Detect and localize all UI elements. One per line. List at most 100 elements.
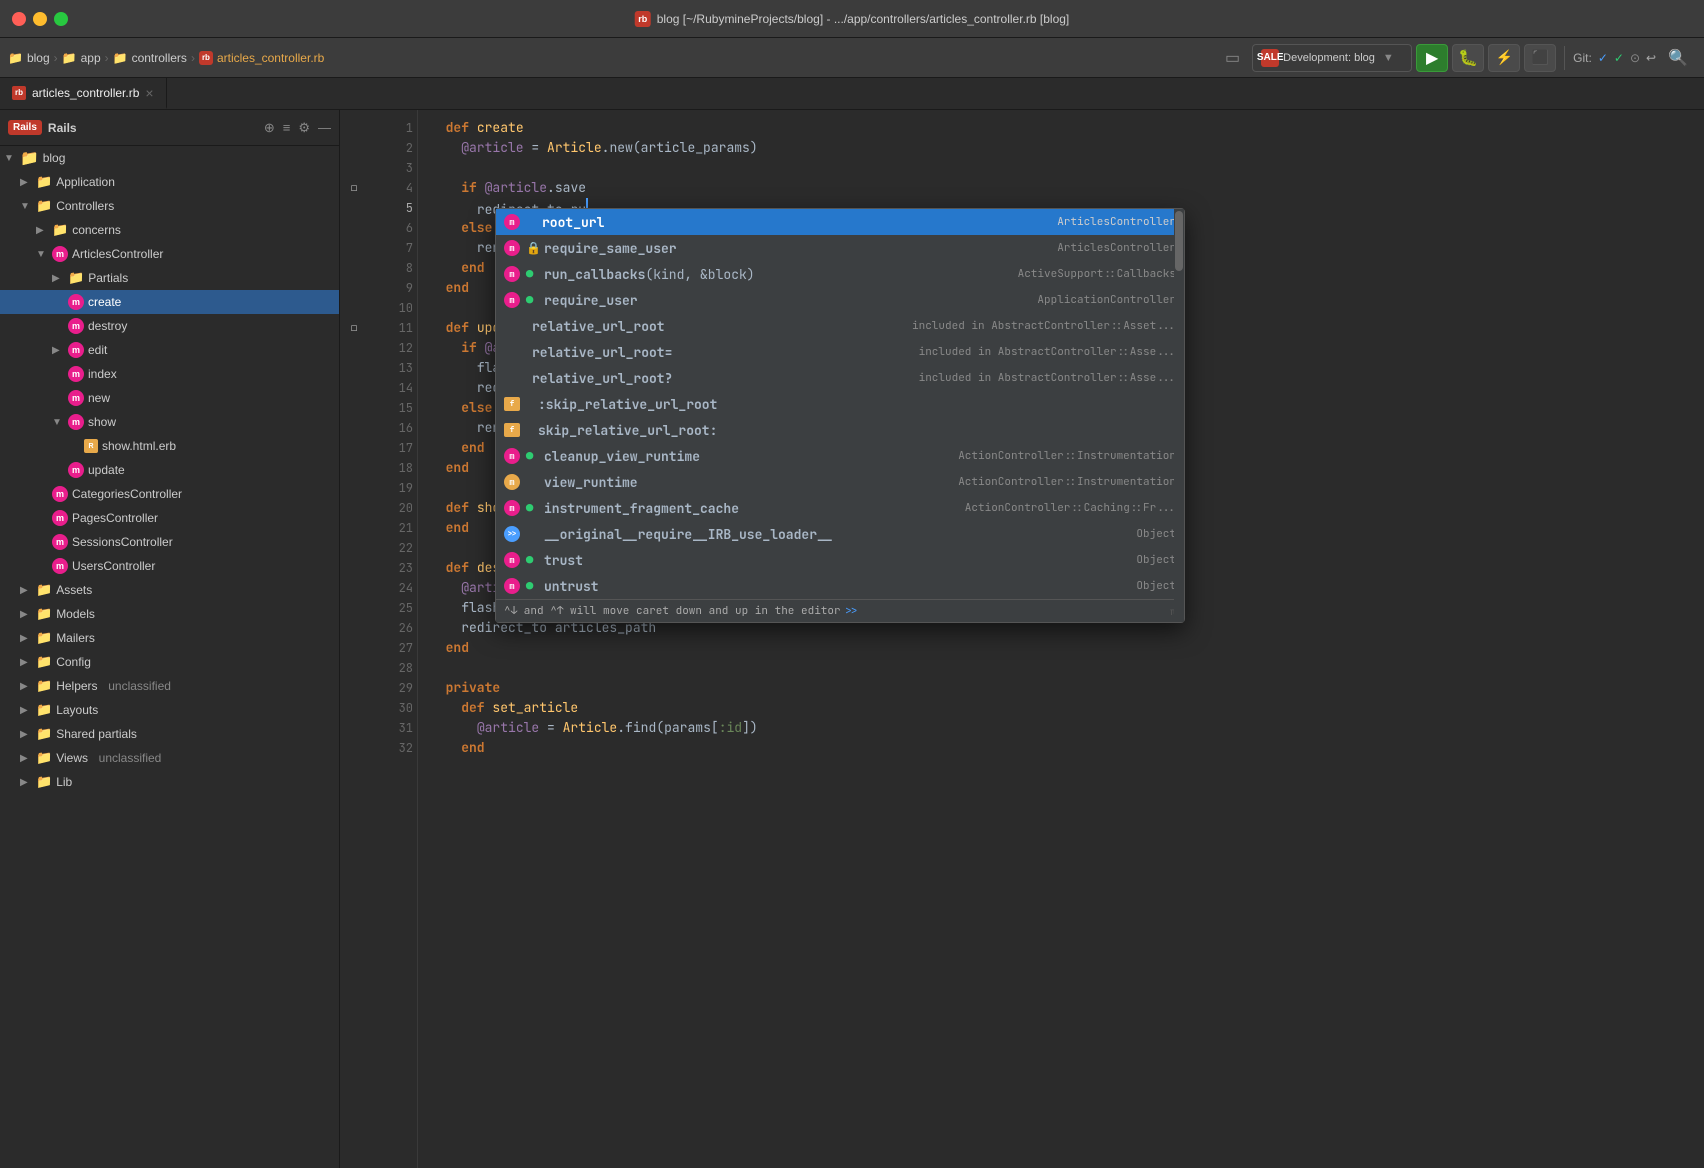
close-button[interactable] — [12, 12, 26, 26]
tree-arrow-assets — [20, 585, 32, 596]
tree-arrow-blog — [4, 153, 16, 164]
index-icon: m — [68, 366, 84, 382]
ac-name-root-url: root_url — [542, 214, 1051, 231]
traffic-lights — [12, 12, 68, 26]
show-erb-file-icon: R — [84, 439, 98, 453]
ac-item-cleanup-view-runtime[interactable]: m ● cleanup_view_runtime ActionControlle… — [496, 443, 1184, 469]
breadcrumb-filename: articles_controller.rb — [217, 51, 324, 65]
ac-lock-icon: 🔒 — [526, 240, 538, 256]
ac-source-root-url: ArticlesController — [1057, 215, 1176, 229]
tab-close-button[interactable]: × — [145, 85, 153, 101]
tree-label-mailers: Mailers — [56, 631, 95, 645]
maximize-button[interactable] — [54, 12, 68, 26]
tree-item-show[interactable]: m show — [0, 410, 339, 434]
breadcrumb-controllers: 📁 — [113, 51, 128, 65]
tree-arrow-controllers — [20, 201, 32, 212]
tree-item-index[interactable]: m index — [0, 362, 339, 386]
tree-item-layouts[interactable]: 📁 Layouts — [0, 698, 339, 722]
tree-item-concerns[interactable]: 📁 concerns — [0, 218, 339, 242]
run-button[interactable]: ▶ — [1416, 44, 1448, 72]
ac-item-untrust[interactable]: m ● untrust Object — [496, 573, 1184, 599]
tree-item-models[interactable]: 📁 Models — [0, 602, 339, 626]
tree-item-users-controller[interactable]: m UsersController — [0, 554, 339, 578]
sidebar-header: Rails Rails ⊕ ≡ ⚙ — — [0, 110, 339, 146]
sidebar-add-icon[interactable]: ⊕ — [264, 120, 275, 136]
ac-field-icon-skip: f — [504, 397, 520, 411]
tree-item-controllers[interactable]: 📁 Controllers — [0, 194, 339, 218]
tree-item-partials[interactable]: 📁 Partials — [0, 266, 339, 290]
tree-item-show-erb[interactable]: R show.html.erb — [0, 434, 339, 458]
ac-item-relative-url-root-q[interactable]: relative_url_root? included in AbstractC… — [496, 365, 1184, 391]
autocomplete-scrollbar[interactable] — [1174, 209, 1184, 622]
ac-item-require-same-user[interactable]: m 🔒 require_same_user ArticlesController — [496, 235, 1184, 261]
folder-icon-layouts: 📁 — [36, 702, 52, 718]
show-icon: m — [68, 414, 84, 430]
main-layout: Rails Rails ⊕ ≡ ⚙ — 📁 blog 📁 Application… — [0, 110, 1704, 1168]
ac-item-root-url[interactable]: m root_url ArticlesController — [496, 209, 1184, 235]
tree-item-sessions-controller[interactable]: m SessionsController — [0, 530, 339, 554]
tree-item-new[interactable]: m new — [0, 386, 339, 410]
ac-item-relative-url-root-eq[interactable]: relative_url_root= included in AbstractC… — [496, 339, 1184, 365]
tab-articles-controller[interactable]: rb articles_controller.rb × — [0, 78, 167, 109]
tree-arrow-concerns — [36, 225, 48, 236]
code-line-4: if @article.save — [430, 178, 1692, 198]
ac-item-require-user[interactable]: m ● require_user ApplicationController — [496, 287, 1184, 313]
tree-item-articles-controller[interactable]: m ArticlesController — [0, 242, 339, 266]
ac-name-relative-url-root: relative_url_root — [532, 318, 906, 335]
ac-item-original-require[interactable]: >> __original__require__IRB_use_loader__… — [496, 521, 1184, 547]
sidebar-settings-icon[interactable]: ⚙ — [298, 120, 310, 136]
autocomplete-scrollbar-thumb[interactable] — [1175, 211, 1183, 271]
profile-button[interactable]: ⚡ — [1488, 44, 1520, 72]
folder-icon-models: 📁 — [36, 606, 52, 622]
ac-item-run-callbacks[interactable]: m ● run_callbacks(kind, &block) ActiveSu… — [496, 261, 1184, 287]
ac-item-view-runtime[interactable]: m view_runtime ActionController::Instrum… — [496, 469, 1184, 495]
minimize-button[interactable] — [33, 12, 47, 26]
ac-item-skip-relative-url-root[interactable]: f :skip_relative_url_root — [496, 391, 1184, 417]
run-config-dropdown-icon: ▼ — [1383, 52, 1394, 64]
run-config-selector[interactable]: SALE Development: blog ▼ — [1252, 44, 1412, 72]
tree-item-helpers[interactable]: 📁 Helpers unclassified — [0, 674, 339, 698]
tree-label-layouts: Layouts — [56, 703, 98, 717]
git-history-icon[interactable]: ⊙ — [1630, 51, 1640, 65]
ac-item-trust[interactable]: m ● trust Object — [496, 547, 1184, 573]
tree-arrow-config — [20, 657, 32, 668]
tree-item-views[interactable]: 📁 Views unclassified — [0, 746, 339, 770]
ac-item-skip-relative-url-root-colon[interactable]: f skip_relative_url_root: — [496, 417, 1184, 443]
pages-icon: m — [52, 510, 68, 526]
code-container[interactable]: ◻ ◻ 1 2 3 4 5 6 7 8 9 10 11 — [340, 110, 1704, 1168]
tree-item-assets[interactable]: 📁 Assets — [0, 578, 339, 602]
breadcrumb-sep3: › — [191, 51, 195, 65]
tree-label-blog: blog — [43, 151, 66, 165]
ac-icon-m-root: m — [504, 214, 520, 230]
stop-button[interactable]: ⬛ — [1524, 44, 1556, 72]
git-revert-icon[interactable]: ↩ — [1646, 51, 1656, 65]
autocomplete-popup[interactable]: m root_url ArticlesController m 🔒 requir… — [495, 208, 1185, 623]
tree-item-lib[interactable]: 📁 Lib — [0, 770, 339, 794]
tree-item-create[interactable]: m create — [0, 290, 339, 314]
tree-label-create: create — [88, 295, 121, 309]
tree-item-pages-controller[interactable]: m PagesController — [0, 506, 339, 530]
tab-bar: rb articles_controller.rb × — [0, 78, 1704, 110]
ac-name-relative-url-root-q: relative_url_root? — [532, 370, 913, 387]
debug-button[interactable]: 🐛 — [1452, 44, 1484, 72]
search-button[interactable]: 🔍 — [1660, 44, 1696, 72]
ac-source-require-user: ApplicationController — [1037, 293, 1176, 307]
tree-root-blog[interactable]: 📁 blog — [0, 146, 339, 170]
tree-item-shared-partials[interactable]: 📁 Shared partials — [0, 722, 339, 746]
preview-btn[interactable]: ▭ — [1217, 44, 1248, 72]
ac-item-relative-url-root[interactable]: relative_url_root included in AbstractCo… — [496, 313, 1184, 339]
sidebar-filter-icon[interactable]: ≡ — [283, 120, 291, 136]
tree-label-destroy: destroy — [88, 319, 127, 333]
tree-item-update[interactable]: m update — [0, 458, 339, 482]
sidebar-collapse-icon[interactable]: — — [318, 120, 331, 136]
tree-item-categories-controller[interactable]: m CategoriesController — [0, 482, 339, 506]
tree-label-users-controller: UsersController — [72, 559, 155, 573]
tree-item-mailers[interactable]: 📁 Mailers — [0, 626, 339, 650]
tree-item-application[interactable]: 📁 Application — [0, 170, 339, 194]
tree-item-edit[interactable]: m edit — [0, 338, 339, 362]
tree-label-application: Application — [56, 175, 115, 189]
tree-item-config[interactable]: 📁 Config — [0, 650, 339, 674]
ac-item-instrument-fragment-cache[interactable]: m ● instrument_fragment_cache ActionCont… — [496, 495, 1184, 521]
ac-name-skip-relative: :skip_relative_url_root — [538, 396, 1176, 413]
tree-item-destroy[interactable]: m destroy — [0, 314, 339, 338]
